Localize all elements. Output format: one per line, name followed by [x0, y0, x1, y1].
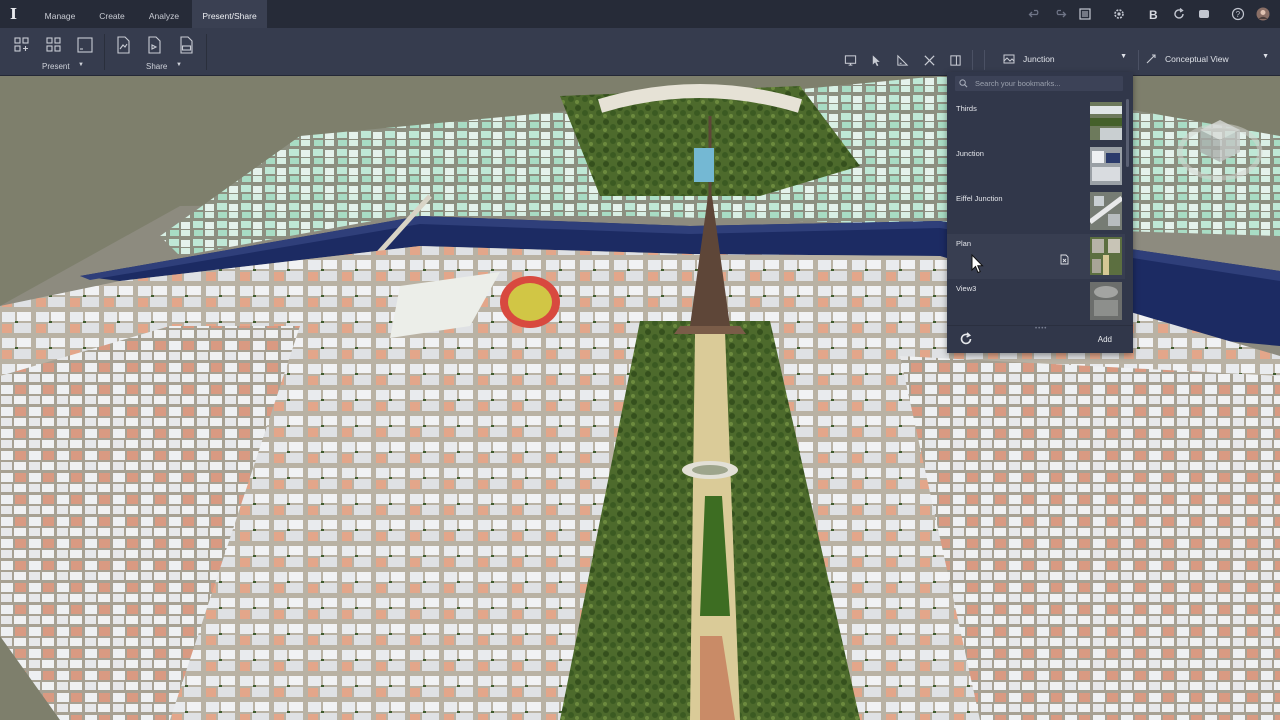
refresh-icon[interactable]: [959, 332, 973, 346]
tools-icon[interactable]: [921, 52, 937, 68]
export-3d-icon[interactable]: [175, 34, 197, 56]
settings-icon[interactable]: [1111, 6, 1127, 22]
bookmark-scrollbar[interactable]: [1126, 99, 1129, 167]
share-dropdown-arrow-icon[interactable]: ▼: [176, 62, 182, 68]
help-icon[interactable]: ?: [1230, 6, 1246, 22]
mouse-cursor-icon: [971, 253, 985, 274]
bookmark-item-thirds[interactable]: Thirds: [947, 99, 1125, 144]
nav-cube-icon[interactable]: [1176, 108, 1264, 188]
bookmark-list: Thirds Junction Eiffel Junction Plan Vie…: [947, 99, 1125, 323]
bookmark-thumbnail: [1090, 282, 1122, 320]
chevron-down-icon: ▼: [1120, 53, 1127, 60]
bookmark-footer: •••• Add: [947, 325, 1133, 354]
resize-grip[interactable]: ••••: [1035, 326, 1047, 332]
bookmark-label: Junction: [956, 149, 984, 158]
svg-text:?: ?: [1236, 10, 1241, 19]
bookmark-view-icon: [1003, 52, 1017, 66]
bookmark-label: View3: [956, 284, 977, 293]
menu-bar: I Manage Create Analyze Present/Share B …: [0, 0, 1280, 29]
select-icon[interactable]: [868, 52, 884, 68]
bookmark-dropdown[interactable]: Junction ▼: [1003, 50, 1127, 68]
bookmark-item-junction[interactable]: Junction: [947, 144, 1125, 189]
measure-icon[interactable]: [894, 52, 910, 68]
viewport-settings-icon[interactable]: [842, 52, 858, 68]
search-icon: [959, 78, 969, 89]
ribbon-toolbar: Present ▼ Share ▼ Junction ▼ Conceptual …: [0, 28, 1280, 76]
ribbon-separator: [972, 50, 973, 70]
bookmark-thumbnail: [1090, 147, 1122, 185]
export-video-icon[interactable]: [143, 34, 165, 56]
storyboard-grid-icon[interactable]: [43, 34, 65, 56]
present-group-label[interactable]: Present: [42, 62, 70, 71]
bookmark-search[interactable]: [955, 76, 1123, 91]
add-bookmark-button[interactable]: Add: [1098, 335, 1112, 344]
ribbon-separator: [104, 34, 105, 70]
bookmark-dropdown-value: Junction: [1023, 54, 1055, 64]
ribbon-separator: [984, 50, 985, 70]
add-storyboard-icon[interactable]: [11, 34, 33, 56]
svg-text:B: B: [1149, 8, 1158, 21]
present-dropdown-arrow-icon[interactable]: ▼: [78, 62, 84, 68]
tab-create[interactable]: Create: [90, 0, 134, 28]
delete-bookmark-icon[interactable]: [1059, 252, 1070, 265]
visual-style-value: Conceptual View: [1165, 54, 1229, 64]
bookmark-thumbnail: [1090, 192, 1122, 230]
bookmark-item-eiffel-junction[interactable]: Eiffel Junction: [947, 189, 1125, 234]
bookmarks-panel: Thirds Junction Eiffel Junction Plan: [947, 72, 1133, 353]
sync-icon[interactable]: [1171, 6, 1187, 22]
bookmark-label: Eiffel Junction: [956, 194, 1003, 203]
ribbon-separator: [1138, 50, 1139, 70]
export-image-icon[interactable]: [112, 34, 134, 56]
layers-icon[interactable]: [1077, 6, 1093, 22]
tab-manage[interactable]: Manage: [36, 0, 84, 28]
share-group-label[interactable]: Share: [146, 62, 167, 71]
redo-icon[interactable]: [1052, 6, 1068, 22]
bookmark-thumbnail: [1090, 102, 1122, 140]
bookmark-search-input[interactable]: [975, 79, 1115, 88]
ribbon-separator: [206, 34, 207, 70]
bookmark-item-view3[interactable]: View3: [947, 279, 1125, 323]
cloud-icon[interactable]: [1196, 6, 1212, 22]
bookmark-thumbnail: [1090, 237, 1122, 275]
app-logo[interactable]: I: [10, 5, 17, 23]
user-avatar[interactable]: [1255, 6, 1271, 22]
chevron-down-icon: ▼: [1262, 53, 1269, 60]
undo-icon[interactable]: [1027, 6, 1043, 22]
tab-present-share[interactable]: Present/Share: [192, 0, 267, 28]
bookmark-label: Plan: [956, 239, 972, 248]
visual-style-dropdown[interactable]: Conceptual View ▼: [1145, 50, 1269, 68]
scenario-icon[interactable]: [74, 34, 96, 56]
panel-icon[interactable]: [947, 52, 963, 68]
visual-style-icon: [1145, 52, 1159, 66]
tab-analyze[interactable]: Analyze: [140, 0, 188, 28]
bookmark-label: Thirds: [956, 104, 977, 113]
bold-b-icon[interactable]: B: [1145, 6, 1161, 22]
